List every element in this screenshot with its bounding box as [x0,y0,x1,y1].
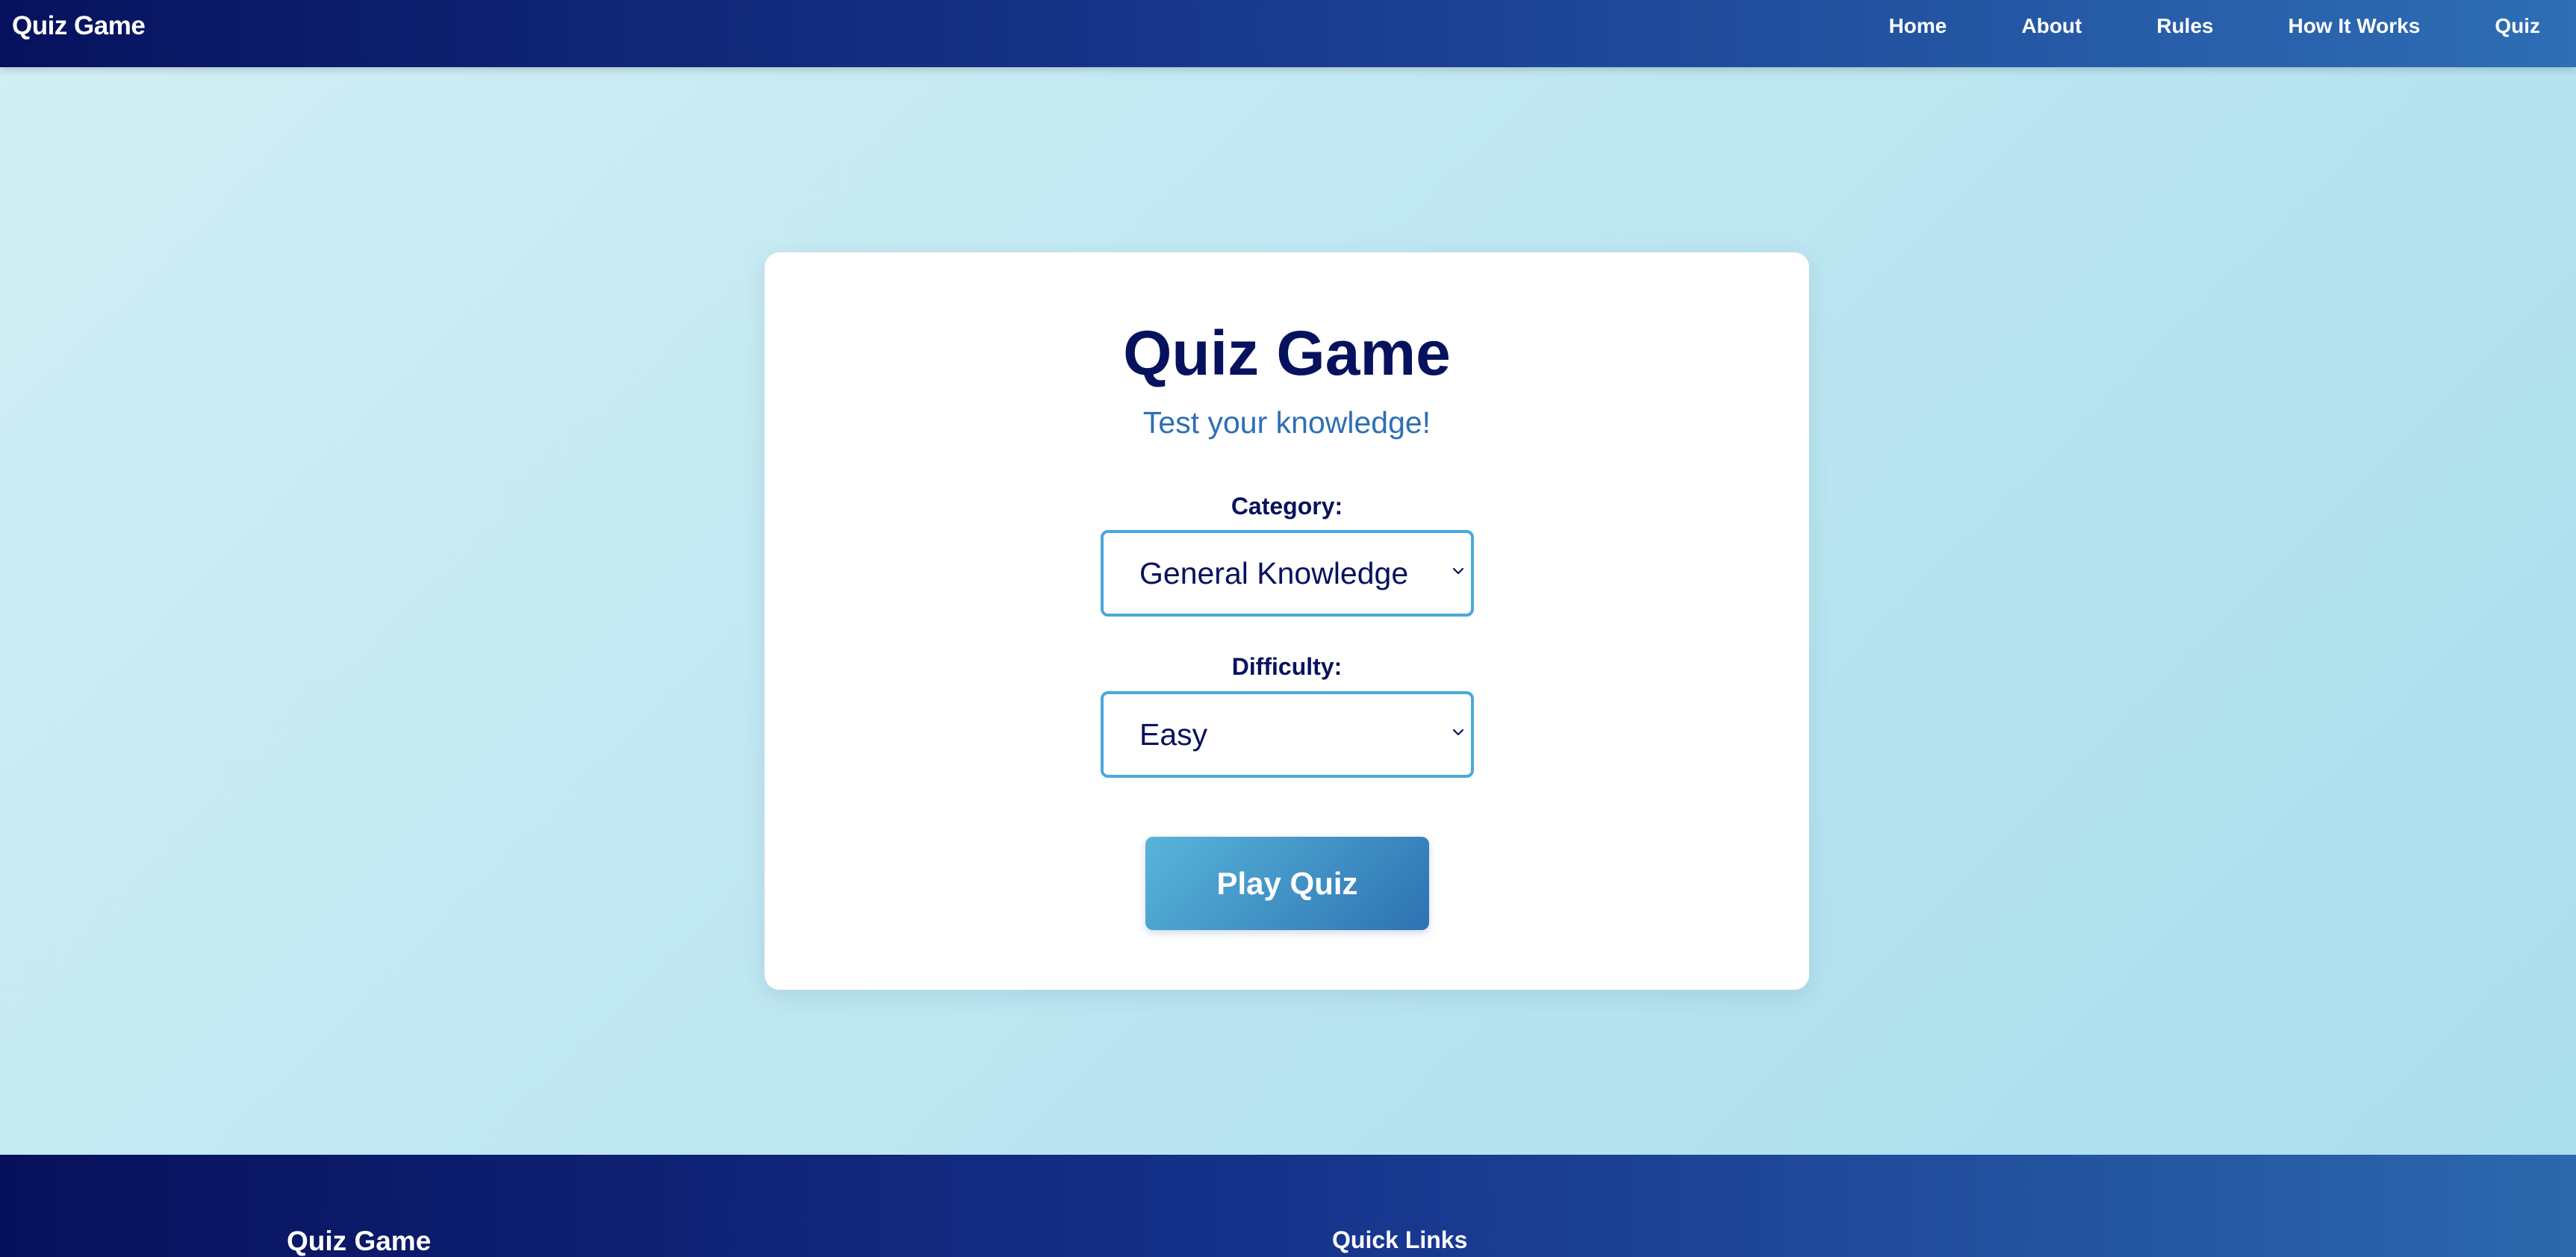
nav-link-home[interactable]: Home [1889,0,1947,52]
difficulty-select-wrapper: Easy [1101,691,1474,778]
nav-link-rules[interactable]: Rules [2156,0,2213,52]
nav-link-quiz[interactable]: Quiz [2495,0,2540,52]
quiz-setup-card: Quiz Game Test your knowledge! Category:… [765,252,1809,990]
site-footer: Quiz Game Quick Links [0,1155,2576,1257]
difficulty-label: Difficulty: [1231,653,1343,680]
nav-link-how-it-works[interactable]: How It Works [2288,0,2420,52]
footer-quick-links-heading: Quick Links [1332,1226,1468,1253]
category-select[interactable]: General Knowledge [1101,530,1474,617]
play-quiz-button[interactable]: Play Quiz [1145,837,1429,930]
main-nav: Home About Rules How It Works Quiz [1814,0,2540,52]
page-title: Quiz Game [1123,318,1451,388]
difficulty-select[interactable]: Easy [1101,691,1474,778]
brand-logo-link[interactable]: Quiz Game [12,0,146,52]
category-select-wrapper: General Knowledge [1101,530,1474,617]
top-navigation-bar: Quiz Game Home About Rules How It Works … [0,0,2576,67]
page-subtitle: Test your knowledge! [1142,405,1431,440]
nav-link-about[interactable]: About [2021,0,2082,52]
footer-brand: Quiz Game [287,1226,432,1256]
category-label: Category: [1231,493,1343,520]
